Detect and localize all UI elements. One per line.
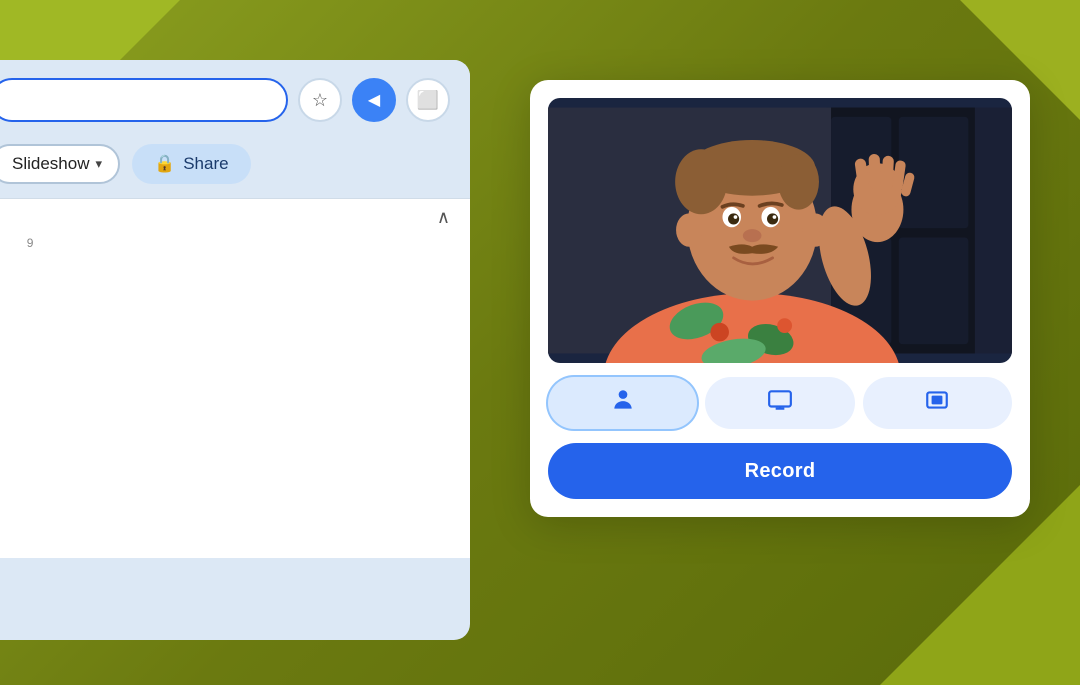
star-button[interactable]: ☆ bbox=[298, 78, 342, 122]
star-icon: ☆ bbox=[312, 90, 328, 111]
collapse-icon[interactable]: ∧ bbox=[437, 207, 450, 228]
window-icon bbox=[924, 387, 950, 419]
toolbar-row-2: Slideshow ▾ 🔒 Share bbox=[0, 136, 470, 198]
ruler-area: ∧ 8 9 bbox=[0, 198, 470, 258]
ruler-marks: 8 9 bbox=[0, 236, 470, 258]
record-panel: Record bbox=[530, 80, 1030, 517]
slideshow-label: Slideshow bbox=[12, 154, 90, 174]
screen-icon bbox=[767, 387, 793, 419]
mode-buttons-row bbox=[548, 377, 1012, 429]
person-icon bbox=[610, 387, 636, 419]
slide-content-area bbox=[0, 258, 470, 558]
toolbar-row-1: ☆ ◀ ⬜ bbox=[0, 60, 470, 136]
share-button[interactable]: 🔒 Share bbox=[132, 144, 251, 184]
camera-feed bbox=[548, 98, 1012, 363]
share-label: Share bbox=[183, 154, 228, 174]
mode-window-button[interactable] bbox=[863, 377, 1012, 429]
mode-screen-button[interactable] bbox=[705, 377, 854, 429]
chevron-down-icon: ▾ bbox=[96, 156, 103, 172]
mode-person-button[interactable] bbox=[548, 377, 697, 429]
slideshow-button[interactable]: Slideshow ▾ bbox=[0, 144, 120, 184]
search-box[interactable] bbox=[0, 78, 288, 122]
camera-person-svg bbox=[548, 98, 1012, 363]
lock-icon: 🔒 bbox=[154, 154, 175, 174]
slideshow-panel: ☆ ◀ ⬜ Slideshow ▾ 🔒 Share ∧ 8 9 bbox=[0, 60, 470, 640]
record-button[interactable]: Record bbox=[548, 443, 1012, 499]
brand-button[interactable]: ◀ bbox=[352, 78, 396, 122]
clipboard-button[interactable]: ⬜ bbox=[406, 78, 450, 122]
brand-icon: ◀ bbox=[368, 90, 380, 110]
ruler-mark-9: 9 bbox=[27, 236, 34, 250]
clipboard-icon: ⬜ bbox=[417, 90, 439, 111]
